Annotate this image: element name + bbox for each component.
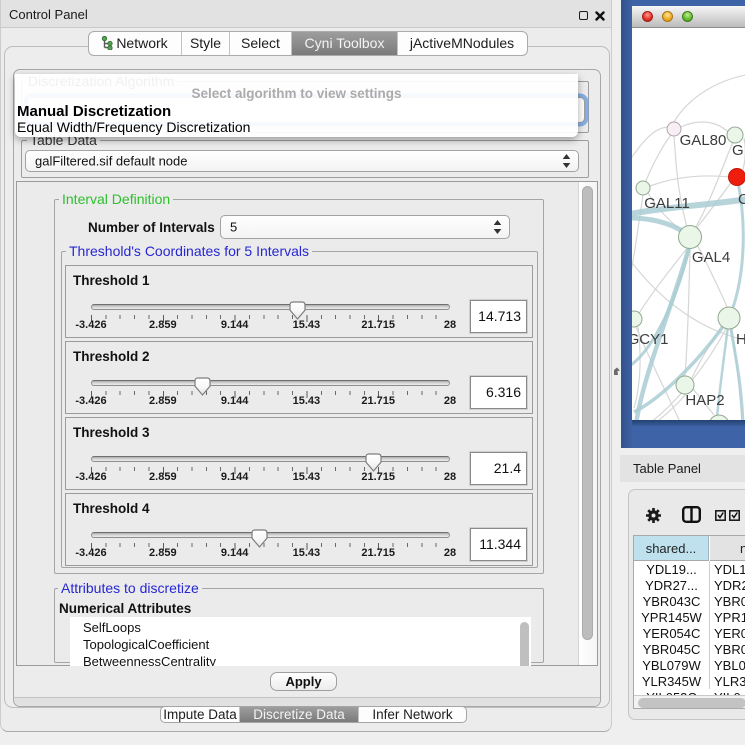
svg-text:GAL4: GAL4 [692, 249, 730, 266]
svg-text:GAL80: GAL80 [680, 132, 727, 149]
svg-text:GAL11: GAL11 [644, 195, 690, 212]
svg-text:C: C [738, 191, 745, 208]
svg-text:G...: G... [732, 142, 745, 159]
svg-text:GCY1: GCY1 [632, 331, 668, 348]
svg-text:HAP2: HAP2 [685, 392, 724, 409]
svg-text:H: H [736, 331, 745, 348]
